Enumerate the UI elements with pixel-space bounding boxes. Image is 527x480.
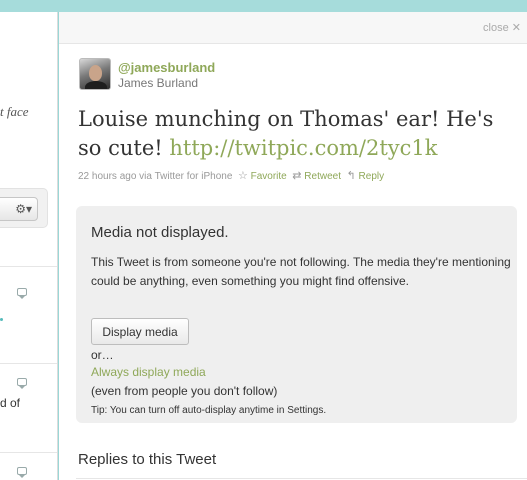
timeline-snippet: t face: [0, 104, 29, 119]
display-media-button[interactable]: Display media: [91, 318, 189, 345]
tweet-text: Louise munching on Thomas' ear! He's so …: [78, 105, 518, 163]
reply-bubble-icon[interactable]: [17, 378, 27, 389]
retweet-icon[interactable]: ⇄: [292, 170, 301, 182]
replies-heading: Replies to this Tweet: [78, 451, 217, 468]
media-notice-title: Media not displayed.: [91, 224, 229, 241]
reply-icon[interactable]: ↰: [347, 170, 356, 182]
media-notice: Media not displayed. This Tweet is from …: [76, 206, 517, 423]
tweet-meta: 22 hours ago via Twitter for iPhone ☆ Fa…: [78, 169, 384, 182]
top-background-strip: [0, 0, 527, 12]
reply-bubble-icon[interactable]: [17, 288, 27, 299]
reply-link[interactable]: Reply: [359, 171, 385, 182]
avatar[interactable]: [79, 58, 111, 90]
reply-bubble-icon[interactable]: [17, 467, 27, 478]
timestamp[interactable]: 22 hours ago: [78, 171, 136, 182]
replies-divider: [76, 478, 527, 479]
author-screen-name[interactable]: @jamesburland: [118, 60, 215, 75]
client-link[interactable]: Twitter for iPhone: [155, 171, 233, 182]
pane-header: close ✕: [59, 12, 527, 44]
media-notice-description: This Tweet is from someone you're not fo…: [91, 255, 511, 288]
settings-tip: Tip: You can turn off auto-display anyti…: [91, 405, 327, 416]
timeline-divider: [0, 452, 57, 453]
via-label: via: [136, 171, 155, 182]
timeline-column: t face ⚙▾ d of: [0, 12, 58, 480]
favorite-link[interactable]: Favorite: [251, 171, 287, 182]
timeline-snippet: d of: [0, 396, 21, 410]
author-full-name: James Burland: [118, 76, 199, 90]
timeline-divider: [0, 266, 57, 267]
tweet-link[interactable]: http://twitpic.com/2tyc1k: [169, 136, 437, 160]
timeline-divider: [0, 363, 57, 364]
star-icon[interactable]: ☆: [238, 170, 248, 182]
retweet-link[interactable]: Retweet: [304, 171, 341, 182]
always-display-note: (even from people you don't follow): [91, 384, 278, 398]
gear-icon[interactable]: ⚙▾: [0, 197, 38, 221]
unread-dot-icon: [0, 318, 3, 321]
tweet-details-pane: close ✕ @jamesburland James Burland Loui…: [59, 12, 527, 480]
close-button[interactable]: close ✕: [483, 21, 521, 34]
timeline-actions-box: ⚙▾: [0, 188, 48, 228]
or-text: or…: [91, 348, 114, 362]
always-display-media-link[interactable]: Always display media: [91, 365, 206, 379]
